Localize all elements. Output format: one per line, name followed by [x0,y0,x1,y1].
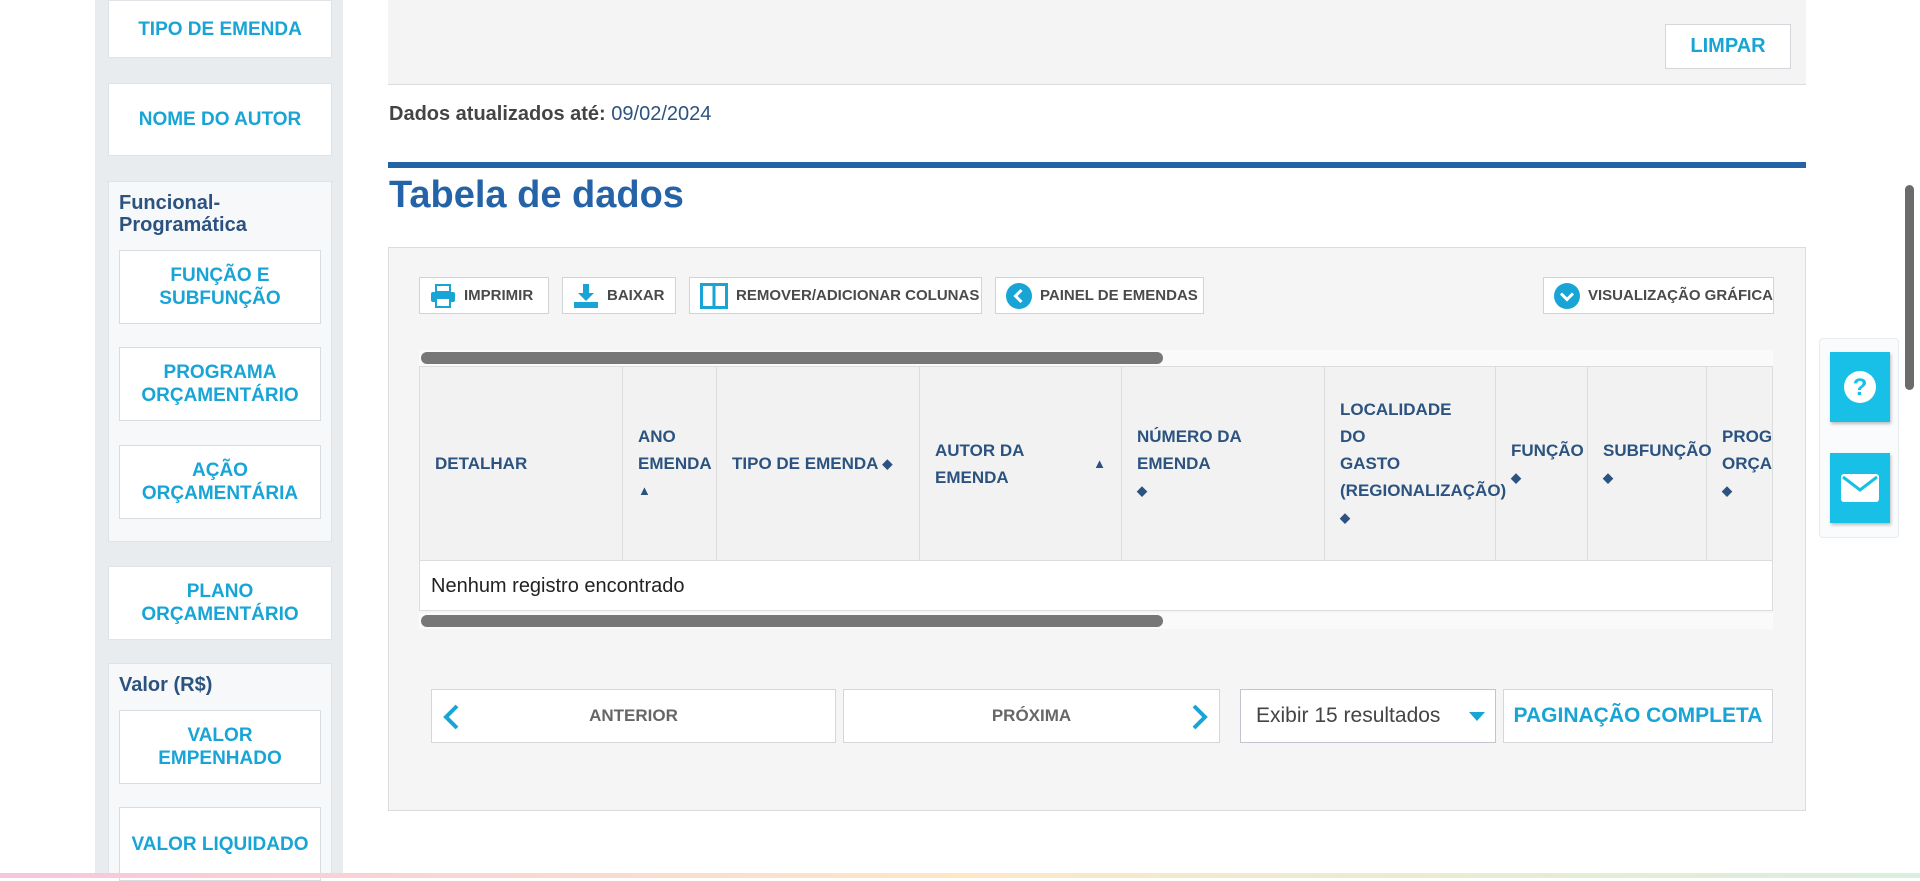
header-label: SUBFUNÇÃO [1603,440,1712,460]
chevron-right-icon [1192,704,1208,730]
columns-icon [700,282,728,309]
anterior-label: ANTERIOR [589,706,678,725]
header-label: (REGIONALIZAÇÃO) [1340,481,1507,500]
svg-text:?: ? [1853,374,1868,401]
column-header-localidade[interactable]: LOCALIDADE DO GASTO (REGIONALIZAÇÃO) ◆ [1325,367,1506,560]
painel-emendas-button[interactable]: PAINEL DE EMENDAS [995,277,1204,314]
update-date: 09/02/2024 [611,103,712,125]
header-label: PROGRA [1722,427,1773,446]
contact-button[interactable] [1830,453,1890,523]
empty-message: Nenhum registro encontrado [431,575,685,597]
filter-funcao-subfuncao-button[interactable]: FUNÇÃO E SUBFUNÇÃO [119,250,321,324]
header-label: EMENDA [638,454,712,473]
filter-label: FUNÇÃO E SUBFUNÇÃO [159,265,281,309]
select-value: Exibir 15 resultados [1256,704,1441,727]
sort-icon[interactable]: ◆ [1511,464,1521,491]
header-label: ANO [638,427,676,446]
proxima-button[interactable]: PRÓXIMA [843,689,1220,743]
colunas-button[interactable]: REMOVER/ADICIONAR COLUNAS [689,277,982,314]
column-header-funcao[interactable]: FUNÇÃO ◆ [1496,367,1588,560]
caret-down-icon [1469,712,1485,721]
column-header-ano[interactable]: ANO EMENDA ▲︎ [623,367,717,560]
imprimir-button[interactable]: IMPRIMIR [419,277,549,314]
question-icon: ? [1844,371,1876,403]
anterior-button[interactable]: ANTERIOR [431,689,836,743]
sort-icon[interactable]: ◆ [882,450,892,477]
filter-label: NOME DO AUTOR [138,109,302,130]
filter-panel [388,0,1806,85]
header-label: DETALHAR [435,454,528,473]
envelope-icon [1841,474,1879,502]
filter-acao-button[interactable]: AÇÃO ORÇAMENTÁRIA [119,445,321,519]
table-row: Nenhum registro encontrado [420,561,1772,610]
funcional-programatica-group: Funcional-Programática FUNÇÃO E SUBFUNÇÃ… [108,181,332,542]
download-icon [574,283,598,308]
filter-label: AÇÃO ORÇAMENTÁRIA [141,460,299,504]
imprimir-label: IMPRIMIR [464,287,534,304]
section-title: Tabela de dados [389,174,684,216]
filter-label: VALOR LIQUIDADO [131,833,309,855]
baixar-label: BAIXAR [607,287,665,304]
paginacao-completa-button[interactable]: PAGINAÇÃO COMPLETA [1503,689,1773,743]
table-scrollbar-top[interactable] [421,352,1163,364]
sort-icon[interactable]: ◆ [1137,477,1147,504]
filter-programa-button[interactable]: PROGRAMA ORÇAMENTÁRIO [119,347,321,421]
table-scrollbar-bottom[interactable] [421,615,1163,627]
colunas-label: REMOVER/ADICIONAR COLUNAS [736,287,980,304]
printer-icon [431,283,455,308]
group-title: Funcional-Programática [119,192,247,236]
header-label: AUTOR DA EMENDA [935,440,1024,487]
bottom-border [0,873,1920,878]
group-title: Valor (R$) [119,674,213,696]
sort-icon[interactable]: ◆ [1722,477,1732,504]
column-header-programa[interactable]: PROGRA ORÇAM ◆ [1707,367,1773,560]
valor-group: Valor (R$) VALOR EMPENHADO VALOR LIQUIDA… [108,663,332,881]
filter-label: PROGRAMA ORÇAMENTÁRIO [141,362,299,406]
filter-tipo-emenda-button[interactable]: TIPO DE EMENDA [108,0,332,58]
data-table: DETALHAR ANO EMENDA ▲︎ TIPO DE EMENDA ◆ … [419,366,1773,611]
header-label: TIPO DE EMENDA [732,454,879,473]
filter-label: TIPO DE EMENDA [138,18,302,40]
column-header-detalhar[interactable]: DETALHAR [420,367,623,560]
filter-label: VALOR EMPENHADO [158,725,282,769]
sort-icon[interactable]: ◆ [1603,464,1613,491]
page-scrollbar[interactable] [1905,185,1914,390]
header-label: NÚMERO DA EMENDA [1137,427,1242,473]
header-label: ORÇAM [1722,454,1773,473]
header-label: GASTO [1340,454,1401,473]
column-header-subfuncao[interactable]: SUBFUNÇÃO ◆ [1588,367,1712,560]
chevron-down-circle-icon [1554,282,1580,309]
sort-icon[interactable]: ▲︎ [638,477,651,504]
grafica-label: VISUALIZAÇÃO GRÁFICA [1588,287,1773,304]
filter-nome-autor-button[interactable]: NOME DO AUTOR [108,83,332,156]
section-divider [388,162,1806,168]
header-label: LOCALIDADE DO [1340,400,1452,446]
filter-label: PLANO ORÇAMENTÁRIO [141,581,299,625]
sort-asc-icon[interactable]: ▲ [1093,450,1106,477]
painel-label: PAINEL DE EMENDAS [1040,287,1198,304]
visualizacao-grafica-button[interactable]: VISUALIZAÇÃO GRÁFICA [1543,277,1774,314]
sort-icon[interactable]: ◆ [1340,504,1350,531]
column-header-numero[interactable]: NÚMERO DA EMENDA ◆ [1122,367,1325,560]
filter-valor-empenhado-button[interactable]: VALOR EMPENHADO [119,710,321,784]
update-info: Dados atualizados até: 09/02/2024 [389,103,711,126]
header-label: FUNÇÃO [1511,440,1584,460]
filter-valor-liquidado-button[interactable]: VALOR LIQUIDADO [119,807,321,881]
update-label: Dados atualizados até: [389,103,606,125]
help-button[interactable]: ? [1830,352,1890,422]
table-header: DETALHAR ANO EMENDA ▲︎ TIPO DE EMENDA ◆ … [420,367,1773,561]
column-header-tipo[interactable]: TIPO DE EMENDA ◆ [717,367,920,560]
baixar-button[interactable]: BAIXAR [562,277,676,314]
results-per-page-select[interactable]: Exibir 15 resultados [1240,689,1496,743]
column-header-autor[interactable]: AUTOR DA EMENDA ▲ [920,367,1122,560]
chevron-left-circle-icon [1006,282,1032,309]
filter-plano-button[interactable]: PLANO ORÇAMENTÁRIO [108,566,332,640]
proxima-label: PRÓXIMA [991,706,1072,725]
limpar-button[interactable]: LIMPAR [1665,24,1791,69]
chevron-left-icon [443,704,459,730]
